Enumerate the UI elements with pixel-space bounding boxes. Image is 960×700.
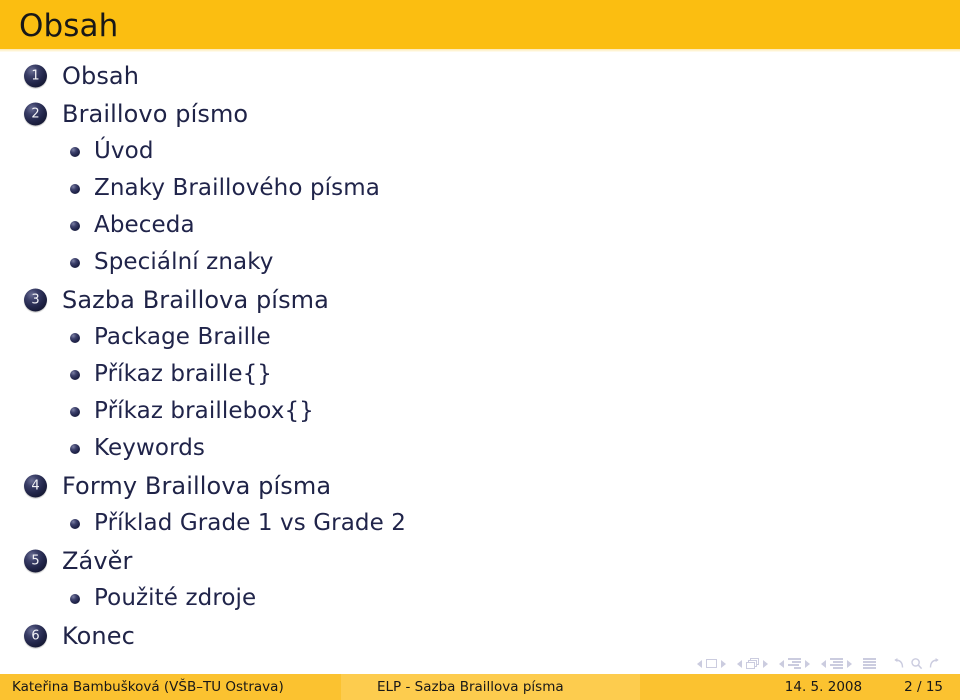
nav-group-document[interactable] (863, 658, 876, 669)
toc-subsection-label: Příkaz braillebox{} (94, 398, 314, 424)
toc-section-label: Závěr (62, 547, 133, 575)
section-number: 2 (31, 106, 40, 121)
toc-section-3[interactable]: 3 Sazba Braillova písma (0, 281, 960, 319)
page-title: Obsah (19, 8, 119, 44)
toc-subsection-priklad-grade[interactable]: Příklad Grade 1 vs Grade 2 (0, 505, 960, 542)
toc-section-label: Obsah (62, 62, 140, 90)
previous-slide-icon[interactable] (697, 659, 702, 668)
nav-group-section[interactable] (821, 658, 852, 669)
nav-group-slide[interactable] (697, 659, 726, 668)
toc-subsection-prikaz-braillebox[interactable]: Příkaz braillebox{} (0, 393, 960, 430)
toc-section-5[interactable]: 5 Závěr (0, 542, 960, 580)
toc-section-2[interactable]: 2 Braillovo písmo (0, 95, 960, 133)
footer-title: ELP - Sazba Braillova písma (341, 674, 640, 700)
toc-subsection-abeceda[interactable]: Abeceda (0, 207, 960, 244)
bullet-icon (70, 146, 80, 157)
toc-section-label: Formy Braillova písma (62, 472, 332, 500)
slide-footer: Kateřina Bambušková (VŠB–TU Ostrava) ELP… (0, 674, 960, 700)
bullet-icon (70, 406, 80, 417)
nav-group-history[interactable] (891, 657, 942, 670)
section-icon[interactable] (830, 658, 843, 669)
toc-section-6[interactable]: 6 Konec (0, 617, 960, 655)
nav-group-subsection[interactable] (779, 658, 810, 669)
bullet-icon (70, 332, 80, 343)
toc-subsection-specialni-znaky[interactable]: Speciální znaky (0, 244, 960, 281)
forward-icon[interactable] (928, 657, 942, 670)
search-icon[interactable] (910, 657, 923, 670)
section-number: 5 (31, 553, 40, 568)
bullet-icon (70, 518, 80, 529)
toc-subsection-label: Speciální znaky (94, 249, 274, 275)
toc-subsection-label: Package Braille (94, 324, 271, 350)
section-number: 4 (31, 478, 40, 493)
subsection-icon[interactable] (788, 658, 801, 669)
toc-subsection-label: Příklad Grade 1 vs Grade 2 (94, 510, 406, 536)
toc-subsection-label: Příkaz braille{} (94, 361, 273, 387)
footer-page-number: 2 / 15 (904, 679, 943, 695)
toc-subsection-label: Abeceda (94, 212, 195, 238)
nav-group-frame[interactable] (737, 658, 768, 669)
slide-header (0, 0, 960, 49)
bullet-icon (70, 369, 80, 380)
bullet-icon (70, 183, 80, 194)
section-number-badge: 4 (24, 474, 47, 498)
toc-subsection-keywords[interactable]: Keywords (0, 430, 960, 467)
table-of-contents: 1 Obsah 2 Braillovo písmo Úvod Znaky Bra… (0, 57, 960, 648)
toc-subsection-uvod[interactable]: Úvod (0, 133, 960, 170)
previous-frame-icon[interactable] (737, 659, 742, 668)
toc-section-4[interactable]: 4 Formy Braillova písma (0, 467, 960, 505)
toc-subsection-package-braille[interactable]: Package Braille (0, 319, 960, 356)
toc-subsection-label: Použité zdroje (94, 585, 257, 611)
bullet-icon (70, 220, 80, 231)
toc-list: 1 Obsah 2 Braillovo písmo Úvod Znaky Bra… (0, 57, 960, 655)
bullet-icon (70, 257, 80, 268)
toc-subsection-label: Keywords (94, 435, 206, 461)
bullet-icon (70, 443, 80, 454)
previous-section-icon[interactable] (821, 659, 826, 668)
toc-section-1[interactable]: 1 Obsah (0, 57, 960, 95)
frame-icon[interactable] (746, 658, 759, 669)
toc-subsection-prikaz-braille[interactable]: Příkaz braille{} (0, 356, 960, 393)
toc-section-label: Braillovo písmo (62, 100, 249, 128)
previous-subsection-icon[interactable] (779, 659, 784, 668)
footer-meta: 14. 5. 2008 2 / 15 (640, 674, 960, 700)
section-number-badge: 5 (24, 549, 47, 573)
section-number-badge: 3 (24, 288, 47, 312)
next-frame-icon[interactable] (763, 659, 768, 668)
header-underline (0, 49, 960, 52)
next-slide-icon[interactable] (721, 659, 726, 668)
bullet-icon (70, 593, 80, 604)
footer-date: 14. 5. 2008 (784, 679, 863, 695)
next-section-icon[interactable] (847, 659, 852, 668)
slide-icon[interactable] (706, 659, 717, 668)
beamer-navigation-bar[interactable] (697, 657, 942, 670)
toc-subsection-znaky[interactable]: Znaky Braillového písma (0, 170, 960, 207)
section-number: 6 (31, 628, 40, 643)
section-number: 3 (31, 292, 40, 307)
section-number-badge: 2 (24, 102, 47, 126)
section-number: 1 (31, 68, 40, 83)
toc-section-label: Konec (62, 622, 135, 650)
toc-subsection-pouzite-zdroje[interactable]: Použité zdroje (0, 580, 960, 617)
section-number-badge: 1 (24, 64, 47, 88)
document-icon[interactable] (863, 658, 876, 669)
toc-subsection-label: Znaky Braillového písma (94, 175, 380, 201)
footer-author: Kateřina Bambušková (VŠB–TU Ostrava) (0, 674, 341, 700)
toc-section-label: Sazba Braillova písma (62, 286, 329, 314)
toc-subsection-label: Úvod (94, 138, 154, 164)
next-subsection-icon[interactable] (805, 659, 810, 668)
back-icon[interactable] (891, 657, 905, 670)
section-number-badge: 6 (24, 624, 47, 648)
